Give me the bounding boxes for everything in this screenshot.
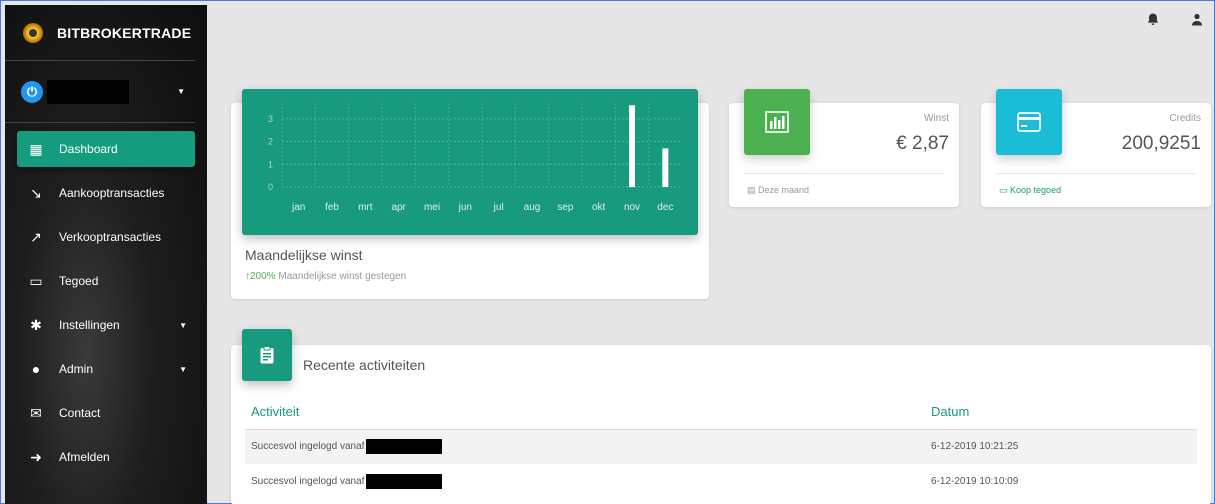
- monthly-profit-card: 0 1 2 3 jan feb mrt apr mei jun jul aug sep okt nov dec…: [231, 89, 709, 299]
- mail-icon: ✉: [30, 404, 42, 421]
- user-name-redacted: [47, 79, 129, 104]
- divider: [996, 173, 1196, 174]
- bell-icon[interactable]: [1147, 13, 1159, 29]
- growth-value: 200%: [250, 271, 276, 282]
- ip-redacted: [366, 474, 443, 489]
- sidebar-item-afmelden[interactable]: ➜ Afmelden: [17, 439, 195, 475]
- clipboard-icon: [242, 329, 292, 381]
- caret-down-icon: ▼: [179, 364, 187, 374]
- x-tick-label: mei: [424, 202, 440, 213]
- dashboard-icon: ▦: [29, 140, 43, 157]
- sidebar-item-label: Verkooptransacties: [59, 230, 162, 244]
- x-tick-label: sep: [557, 202, 574, 213]
- x-tick-label: nov: [624, 202, 640, 213]
- x-tick-label: aug: [524, 202, 541, 213]
- column-header-activity: Activiteit: [245, 395, 931, 430]
- sidebar-item-label: Contact: [59, 406, 101, 420]
- y-tick-label: 1: [268, 159, 273, 169]
- sidebar-item-dashboard[interactable]: ▦ Dashboard: [17, 131, 195, 167]
- gear-icon: ✱: [30, 316, 42, 333]
- caret-down-icon: ▼: [179, 320, 187, 330]
- chart-title: Maandelijkse winst: [245, 247, 363, 263]
- brand-name: BITBROKERTRADE: [57, 24, 192, 41]
- logout-icon: ➜: [30, 448, 42, 465]
- credit-card-small-icon: ▭: [999, 185, 1008, 195]
- winst-card: Winst € 2,87 ▤ Deze maand: [729, 89, 959, 207]
- recent-activities-card: Recente activiteiten Activiteit Datum Su…: [231, 329, 1211, 504]
- divider: [744, 173, 944, 174]
- credit-card-icon: ▭: [29, 272, 43, 289]
- x-tick-label: apr: [391, 202, 406, 213]
- x-tick-label: mrt: [358, 202, 373, 213]
- x-tick-label: okt: [592, 202, 606, 213]
- sidebar-menu: ▦ Dashboard ↘ Aankooptransacties ↗ Verkooptra…: [5, 131, 207, 475]
- date-cell: 6-12-2019 10:21:25: [931, 429, 1197, 464]
- sidebar-item-tegoed[interactable]: ▭ Tegoed: [17, 263, 195, 299]
- credits-value: 200,9251: [1121, 133, 1201, 154]
- sidebar-item-label: Afmelden: [59, 450, 110, 464]
- growth-text: Maandelijkse winst gestegen: [278, 271, 407, 282]
- buy-credit-text: Koop tegoed: [1010, 185, 1062, 195]
- sidebar-item-verkooptransacties[interactable]: ↗ Verkooptransacties: [17, 219, 195, 255]
- power-icon: ⏻: [21, 80, 43, 103]
- monthly-profit-chart: 0 1 2 3 jan feb mrt apr mei jun jul aug sep okt nov dec: [242, 89, 698, 235]
- brand[interactable]: BITBROKERTRADE: [5, 5, 195, 61]
- activity-text: Succesvol ingelogd vanaf: [251, 441, 365, 453]
- x-tick-label: dec: [657, 202, 673, 213]
- buy-credit-link[interactable]: ▭ Koop tegoed: [999, 185, 1061, 196]
- brand-logo: [23, 22, 43, 43]
- winst-footer: ▤ Deze maand: [747, 185, 809, 196]
- table-row: Succesvol ingelogd vanaf 6-12-2019 10:10…: [245, 464, 1197, 499]
- activity-cell: Succesvol ingelogd vanaf: [245, 429, 931, 464]
- table-row: Succesvol ingelogd vanaf 6-12-2019 10:21…: [245, 429, 1197, 464]
- column-header-date: Datum: [931, 395, 1197, 430]
- calendar-icon: ▤: [747, 185, 756, 195]
- sidebar: BITBROKERTRADE ⏻ ▼ ▦ Dashboard ↘ Aankooptra…: [5, 5, 207, 504]
- winst-footer-text: Deze maand: [758, 185, 810, 195]
- credits-card: Credits 200,9251 ▭ Koop tegoed: [981, 89, 1211, 207]
- winst-value: € 2,87: [896, 133, 949, 154]
- y-tick-label: 0: [268, 182, 273, 192]
- x-tick-label: jul: [493, 202, 504, 213]
- y-tick-label: 3: [268, 114, 273, 124]
- chart-svg: 0 1 2 3 jan feb mrt apr mei jun jul aug sep okt nov dec: [268, 103, 682, 213]
- bar-nov: [629, 105, 635, 187]
- activities-table: Activiteit Datum Succesvol ingelogd vana…: [245, 395, 1197, 499]
- sidebar-item-instellingen[interactable]: ✱ Instellingen ▼: [17, 307, 195, 343]
- person-icon: ●: [31, 361, 41, 377]
- bar-dec: [662, 148, 669, 187]
- credits-label: Credits: [1169, 113, 1201, 124]
- y-tick-label: 2: [268, 137, 273, 147]
- x-tick-label: jun: [458, 202, 472, 213]
- activity-text: Succesvol ingelogd vanaf: [251, 476, 365, 488]
- credit-card-icon: [996, 89, 1062, 155]
- sidebar-item-label: Aankooptransacties: [59, 186, 165, 200]
- account-icon[interactable]: [1191, 13, 1203, 29]
- x-tick-label: jan: [291, 202, 305, 213]
- trending-down-icon: ↘: [30, 184, 42, 201]
- sidebar-item-contact[interactable]: ✉ Contact: [17, 395, 195, 431]
- activities-title: Recente activiteiten: [303, 357, 426, 373]
- sidebar-item-aankooptransacties[interactable]: ↘ Aankooptransacties: [17, 175, 195, 211]
- trending-up-icon: ↗: [30, 228, 42, 245]
- x-tick-label: feb: [325, 202, 339, 213]
- chart-growth: ↑200% Maandelijkse winst gestegen: [245, 271, 406, 282]
- caret-down-icon: ▼: [177, 87, 185, 96]
- sidebar-item-label: Instellingen: [59, 318, 120, 332]
- winst-label: Winst: [924, 113, 949, 124]
- user-menu[interactable]: ⏻ ▼: [5, 61, 195, 123]
- sidebar-item-label: Admin: [59, 362, 94, 376]
- sidebar-item-admin[interactable]: ● Admin ▼: [17, 351, 195, 387]
- activity-cell: Succesvol ingelogd vanaf: [245, 464, 931, 499]
- sidebar-item-label: Dashboard: [59, 142, 118, 156]
- bar-chart-icon: [744, 89, 810, 155]
- sidebar-item-label: Tegoed: [59, 274, 99, 288]
- ip-redacted: [366, 439, 443, 455]
- date-cell: 6-12-2019 10:10:09: [931, 464, 1197, 499]
